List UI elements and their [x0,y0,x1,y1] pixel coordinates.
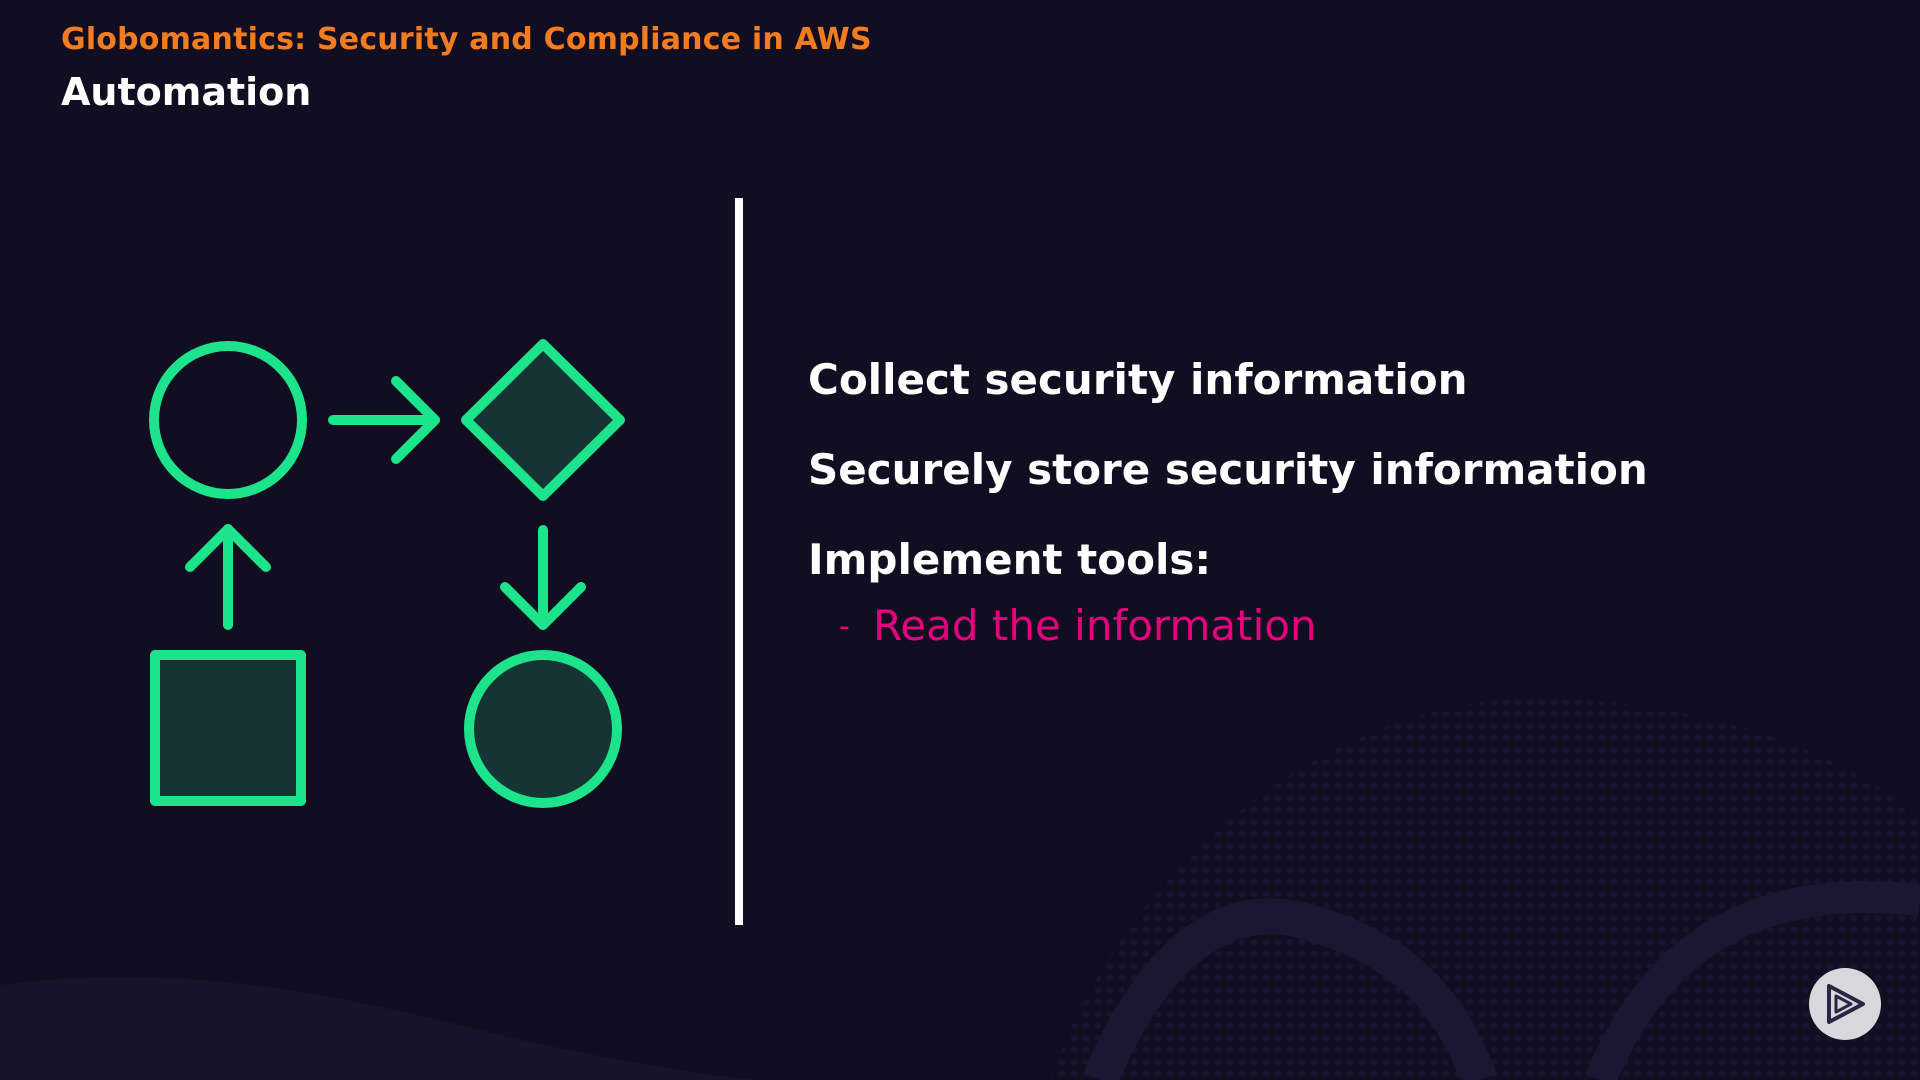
arrow-up-icon [185,524,271,630]
bullet-collect: Collect security information [808,355,1468,404]
sub-bullet-dash: - [839,609,850,644]
start-circle-shape [149,341,307,499]
bullet-store: Securely store security information [808,445,1648,494]
vertical-divider [735,198,743,925]
course-title: Globomantics: Security and Compliance in… [61,22,872,57]
process-square-shape [150,650,306,806]
arrow-down-icon [500,525,586,630]
automation-diagram [149,339,625,808]
bullet-list: Collect security information Securely st… [808,355,1808,652]
decision-diamond-shape [461,339,625,501]
sub-bullet-read: - Read the information [808,601,1808,652]
sub-bullet-text: Read the information [873,601,1317,650]
play-logo-icon [1809,968,1881,1040]
module-title: Automation [61,70,312,114]
arrow-right-icon [328,376,440,464]
slide: Globomantics: Security and Compliance in… [0,0,1920,1080]
bullet-implement: Implement tools: [808,535,1212,584]
end-circle-shape [464,650,622,808]
